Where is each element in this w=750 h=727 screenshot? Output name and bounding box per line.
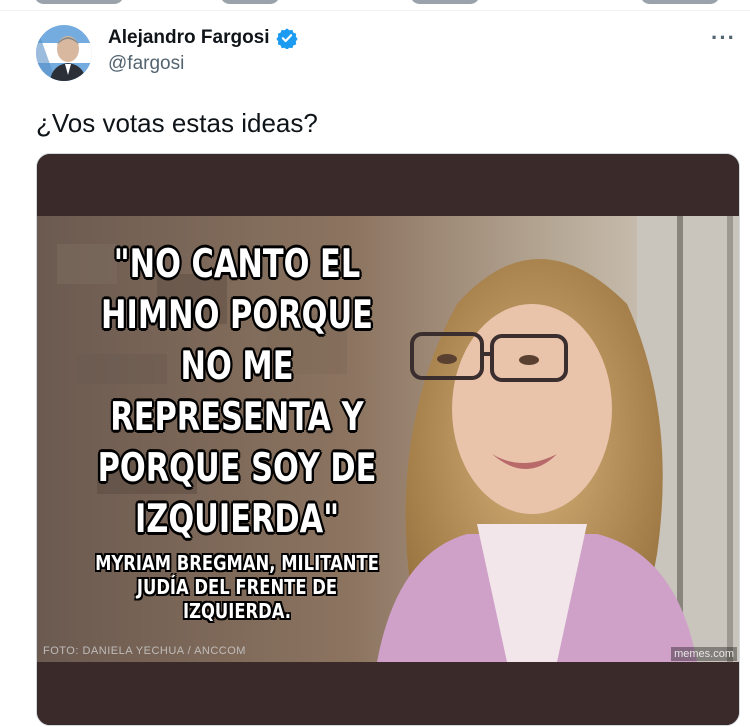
avatar[interactable] [36,25,92,81]
author-name[interactable]: Alejandro Fargosi [108,27,270,49]
more-options-icon[interactable]: ··· [711,25,736,51]
tweet-media-image[interactable]: "NO CANTO EL HIMNO PORQUE NO ME REPRESEN… [36,153,740,726]
tweet[interactable]: Alejandro Fargosi @fargosi ··· ¿Vos vota… [0,11,750,727]
author-handle[interactable]: @fargosi [108,53,298,75]
verified-badge-icon [275,27,298,50]
tweet-text: ¿Vos votas estas ideas? [36,108,318,138]
previous-tweet-edge [0,0,750,10]
author-info[interactable]: Alejandro Fargosi @fargosi [108,27,298,75]
